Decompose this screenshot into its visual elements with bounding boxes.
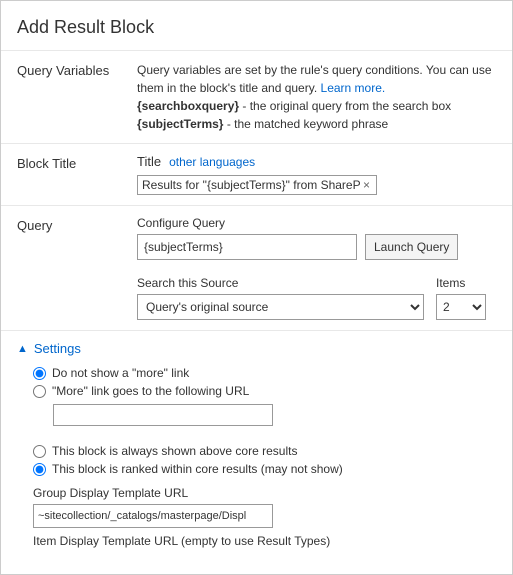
block-title-label: Block Title — [17, 154, 137, 171]
add-result-block-panel: Add Result Block Query Variables Query v… — [0, 0, 513, 575]
query-label: Query — [17, 216, 137, 233]
items-col: Items 23510 — [436, 276, 496, 320]
radio-always-above: This block is always shown above core re… — [33, 444, 496, 458]
launch-query-button[interactable]: Launch Query — [365, 234, 458, 260]
query-variables-label: Query Variables — [17, 61, 137, 78]
configure-query-label: Configure Query — [137, 216, 496, 230]
search-source-select[interactable]: Query's original sourceLocal SharePoint … — [137, 294, 424, 320]
query-input-row: Launch Query — [137, 234, 496, 268]
subject-terms-line: {subjectTerms} - the matched keyword phr… — [137, 117, 388, 131]
block-title-content: Title other languages × — [137, 154, 496, 195]
settings-header[interactable]: ▲ Settings — [17, 341, 496, 356]
title-input-wrapper: × — [137, 175, 377, 195]
page-title: Add Result Block — [1, 17, 512, 50]
query-row: Query Configure Query Launch Query Searc… — [1, 205, 512, 330]
radio-always-above-input[interactable] — [33, 445, 46, 458]
radio-more-link-url: "More" link goes to the following URL — [33, 384, 496, 398]
radio-no-more-link-input[interactable] — [33, 367, 46, 380]
title-clear-button[interactable]: × — [361, 178, 372, 192]
search-source-label: Search this Source — [137, 276, 424, 290]
items-label: Items — [436, 276, 496, 290]
radio-more-link-url-input[interactable] — [33, 385, 46, 398]
settings-section: ▲ Settings Do not show a "more" link "Mo… — [1, 330, 512, 558]
radio-ranked-within: This block is ranked within core results… — [33, 462, 496, 476]
title-row: Title other languages — [137, 154, 496, 169]
radio-always-above-label: This block is always shown above core re… — [52, 444, 297, 458]
position-radio-group: This block is always shown above core re… — [33, 444, 496, 476]
radio-more-link-url-label: "More" link goes to the following URL — [52, 384, 249, 398]
more-link-url-input[interactable] — [53, 404, 273, 426]
items-select[interactable]: 23510 — [436, 294, 486, 320]
radio-no-more-link-label: Do not show a "more" link — [52, 366, 189, 380]
settings-body: Do not show a "more" link "More" link go… — [17, 366, 496, 548]
query-variables-content: Query variables are set by the rule's qu… — [137, 61, 496, 133]
block-title-input[interactable] — [142, 178, 361, 192]
settings-title: Settings — [34, 341, 81, 356]
learn-more-link[interactable]: Learn more. — [321, 81, 386, 95]
item-template-label: Item Display Template URL (empty to use … — [33, 534, 496, 548]
block-title-row: Block Title Title other languages × — [1, 143, 512, 205]
title-static-label: Title — [137, 154, 161, 169]
source-items-row: Search this Source Query's original sour… — [137, 276, 496, 320]
group-template-label: Group Display Template URL — [33, 486, 496, 500]
query-content: Configure Query Launch Query Search this… — [137, 216, 496, 320]
more-link-radio-group: Do not show a "more" link "More" link go… — [33, 366, 496, 434]
search-source-col: Search this Source Query's original sour… — [137, 276, 424, 320]
query-variables-row: Query Variables Query variables are set … — [1, 50, 512, 143]
other-languages-link[interactable]: other languages — [169, 155, 255, 169]
radio-ranked-within-input[interactable] — [33, 463, 46, 476]
query-input[interactable] — [137, 234, 357, 260]
searchbox-term-line: {searchboxquery} - the original query fr… — [137, 99, 451, 113]
radio-no-more-link: Do not show a "more" link — [33, 366, 496, 380]
query-variables-info: Query variables are set by the rule's qu… — [137, 63, 492, 95]
settings-arrow-icon: ▲ — [17, 343, 28, 355]
radio-ranked-within-label: This block is ranked within core results… — [52, 462, 343, 476]
group-template-input[interactable] — [33, 504, 273, 528]
